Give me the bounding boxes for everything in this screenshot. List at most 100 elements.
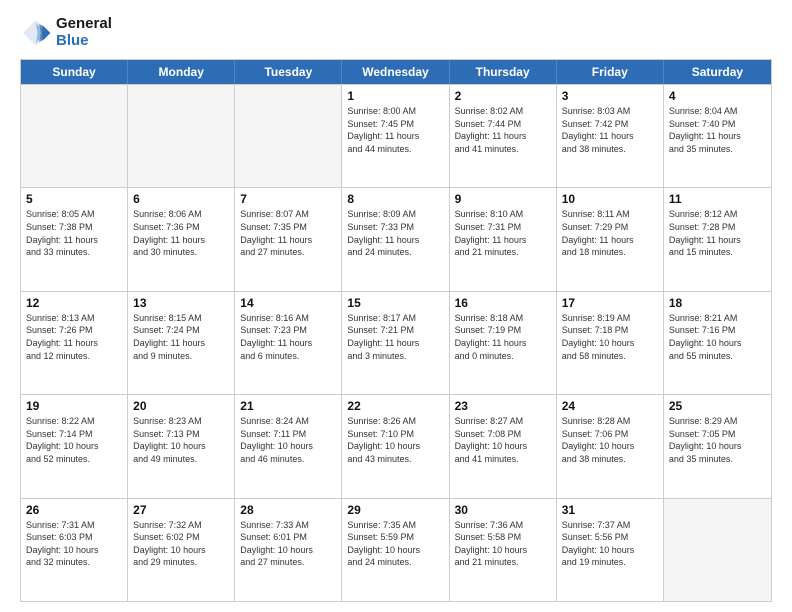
logo-icon	[20, 17, 52, 49]
weekday-header: Wednesday	[342, 60, 449, 84]
day-info: Sunrise: 8:00 AM Sunset: 7:45 PM Dayligh…	[347, 105, 443, 155]
calendar-cell	[21, 85, 128, 187]
calendar-row: 19Sunrise: 8:22 AM Sunset: 7:14 PM Dayli…	[21, 394, 771, 497]
day-info: Sunrise: 8:09 AM Sunset: 7:33 PM Dayligh…	[347, 208, 443, 258]
day-number: 30	[455, 503, 551, 517]
day-info: Sunrise: 8:28 AM Sunset: 7:06 PM Dayligh…	[562, 415, 658, 465]
day-number: 4	[669, 89, 766, 103]
weekday-header: Friday	[557, 60, 664, 84]
day-number: 26	[26, 503, 122, 517]
day-info: Sunrise: 8:06 AM Sunset: 7:36 PM Dayligh…	[133, 208, 229, 258]
weekday-header: Saturday	[664, 60, 771, 84]
calendar-cell: 18 Sunrise: 8:21 AM Sunset: 7:16 PM Dayli…	[664, 292, 771, 394]
day-number: 29	[347, 503, 443, 517]
calendar-row: 5Sunrise: 8:05 AM Sunset: 7:38 PM Daylig…	[21, 187, 771, 290]
day-number: 28	[240, 503, 336, 517]
day-info: Sunrise: 8:17 AM Sunset: 7:21 PM Dayligh…	[347, 312, 443, 362]
day-info: Sunrise: 8:10 AM Sunset: 7:31 PM Dayligh…	[455, 208, 551, 258]
day-number: 9	[455, 192, 551, 206]
day-info: Sunrise: 8:11 AM Sunset: 7:29 PM Dayligh…	[562, 208, 658, 258]
calendar-cell: 10 Sunrise: 8:11 AM Sunset: 7:29 PM Dayli…	[557, 188, 664, 290]
calendar-cell	[235, 85, 342, 187]
day-number: 22	[347, 399, 443, 413]
calendar-cell: 27Sunrise: 7:32 AM Sunset: 6:02 PM Dayli…	[128, 499, 235, 601]
calendar-cell: 30Sunrise: 7:36 AM Sunset: 5:58 PM Dayli…	[450, 499, 557, 601]
day-info: Sunrise: 8:22 AM Sunset: 7:14 PM Dayligh…	[26, 415, 122, 465]
day-info: Sunrise: 7:35 AM Sunset: 5:59 PM Dayligh…	[347, 519, 443, 569]
day-number: 7	[240, 192, 336, 206]
day-number: 1	[347, 89, 443, 103]
day-info: Sunrise: 8:04 AM Sunset: 7:40 PM Dayligh…	[669, 105, 766, 155]
day-info: Sunrise: 8:07 AM Sunset: 7:35 PM Dayligh…	[240, 208, 336, 258]
calendar-row: 1 Sunrise: 8:00 AM Sunset: 7:45 PM Daylig…	[21, 84, 771, 187]
calendar-cell: 1 Sunrise: 8:00 AM Sunset: 7:45 PM Daylig…	[342, 85, 449, 187]
calendar-cell	[128, 85, 235, 187]
day-number: 14	[240, 296, 336, 310]
day-number: 3	[562, 89, 658, 103]
day-number: 16	[455, 296, 551, 310]
calendar-cell: 24 Sunrise: 8:28 AM Sunset: 7:06 PM Dayli…	[557, 395, 664, 497]
calendar-cell: 9 Sunrise: 8:10 AM Sunset: 7:31 PM Daylig…	[450, 188, 557, 290]
calendar: SundayMondayTuesdayWednesdayThursdayFrid…	[20, 59, 772, 602]
logo: General Blue	[20, 16, 112, 49]
day-info: Sunrise: 8:23 AM Sunset: 7:13 PM Dayligh…	[133, 415, 229, 465]
day-number: 18	[669, 296, 766, 310]
weekday-header: Sunday	[21, 60, 128, 84]
day-info: Sunrise: 8:26 AM Sunset: 7:10 PM Dayligh…	[347, 415, 443, 465]
day-info: Sunrise: 8:12 AM Sunset: 7:28 PM Dayligh…	[669, 208, 766, 258]
calendar-cell: 22 Sunrise: 8:26 AM Sunset: 7:10 PM Dayli…	[342, 395, 449, 497]
calendar-cell: 28 Sunrise: 7:33 AM Sunset: 6:01 PM Dayli…	[235, 499, 342, 601]
calendar-cell: 12Sunrise: 8:13 AM Sunset: 7:26 PM Dayli…	[21, 292, 128, 394]
day-info: Sunrise: 8:16 AM Sunset: 7:23 PM Dayligh…	[240, 312, 336, 362]
calendar-cell: 20 Sunrise: 8:23 AM Sunset: 7:13 PM Dayli…	[128, 395, 235, 497]
day-info: Sunrise: 8:13 AM Sunset: 7:26 PM Dayligh…	[26, 312, 122, 362]
day-info: Sunrise: 8:15 AM Sunset: 7:24 PM Dayligh…	[133, 312, 229, 362]
calendar-cell: 11 Sunrise: 8:12 AM Sunset: 7:28 PM Dayli…	[664, 188, 771, 290]
calendar-cell: 31 Sunrise: 7:37 AM Sunset: 5:56 PM Dayli…	[557, 499, 664, 601]
day-number: 23	[455, 399, 551, 413]
weekday-header: Tuesday	[235, 60, 342, 84]
day-number: 31	[562, 503, 658, 517]
day-number: 8	[347, 192, 443, 206]
day-info: Sunrise: 8:19 AM Sunset: 7:18 PM Dayligh…	[562, 312, 658, 362]
calendar-cell: 16 Sunrise: 8:18 AM Sunset: 7:19 PM Dayli…	[450, 292, 557, 394]
day-info: Sunrise: 8:03 AM Sunset: 7:42 PM Dayligh…	[562, 105, 658, 155]
calendar-cell: 25 Sunrise: 8:29 AM Sunset: 7:05 PM Dayli…	[664, 395, 771, 497]
header: General Blue	[20, 16, 772, 49]
day-number: 11	[669, 192, 766, 206]
day-info: Sunrise: 8:21 AM Sunset: 7:16 PM Dayligh…	[669, 312, 766, 362]
calendar-cell: 23 Sunrise: 8:27 AM Sunset: 7:08 PM Dayli…	[450, 395, 557, 497]
calendar-cell: 5Sunrise: 8:05 AM Sunset: 7:38 PM Daylig…	[21, 188, 128, 290]
calendar-cell: 26 Sunrise: 7:31 AM Sunset: 6:03 PM Dayli…	[21, 499, 128, 601]
calendar-cell: 2 Sunrise: 8:02 AM Sunset: 7:44 PM Daylig…	[450, 85, 557, 187]
calendar-row: 26 Sunrise: 7:31 AM Sunset: 6:03 PM Dayli…	[21, 498, 771, 601]
calendar-cell: 29 Sunrise: 7:35 AM Sunset: 5:59 PM Dayli…	[342, 499, 449, 601]
day-info: Sunrise: 7:31 AM Sunset: 6:03 PM Dayligh…	[26, 519, 122, 569]
calendar-body: 1 Sunrise: 8:00 AM Sunset: 7:45 PM Daylig…	[21, 84, 771, 601]
calendar-row: 12Sunrise: 8:13 AM Sunset: 7:26 PM Dayli…	[21, 291, 771, 394]
calendar-cell: 14 Sunrise: 8:16 AM Sunset: 7:23 PM Dayli…	[235, 292, 342, 394]
day-number: 25	[669, 399, 766, 413]
calendar-cell: 21Sunrise: 8:24 AM Sunset: 7:11 PM Dayli…	[235, 395, 342, 497]
day-info: Sunrise: 8:18 AM Sunset: 7:19 PM Dayligh…	[455, 312, 551, 362]
calendar-cell	[664, 499, 771, 601]
day-number: 20	[133, 399, 229, 413]
calendar-cell: 8 Sunrise: 8:09 AM Sunset: 7:33 PM Daylig…	[342, 188, 449, 290]
day-number: 5	[26, 192, 122, 206]
day-info: Sunrise: 8:02 AM Sunset: 7:44 PM Dayligh…	[455, 105, 551, 155]
calendar-cell: 13Sunrise: 8:15 AM Sunset: 7:24 PM Dayli…	[128, 292, 235, 394]
day-number: 24	[562, 399, 658, 413]
weekday-header: Thursday	[450, 60, 557, 84]
day-info: Sunrise: 7:33 AM Sunset: 6:01 PM Dayligh…	[240, 519, 336, 569]
day-number: 10	[562, 192, 658, 206]
day-number: 6	[133, 192, 229, 206]
day-number: 27	[133, 503, 229, 517]
day-info: Sunrise: 8:27 AM Sunset: 7:08 PM Dayligh…	[455, 415, 551, 465]
calendar-cell: 19Sunrise: 8:22 AM Sunset: 7:14 PM Dayli…	[21, 395, 128, 497]
day-number: 17	[562, 296, 658, 310]
page: General Blue SundayMondayTuesdayWednesda…	[0, 0, 792, 612]
day-info: Sunrise: 7:37 AM Sunset: 5:56 PM Dayligh…	[562, 519, 658, 569]
day-info: Sunrise: 8:29 AM Sunset: 7:05 PM Dayligh…	[669, 415, 766, 465]
calendar-cell: 17 Sunrise: 8:19 AM Sunset: 7:18 PM Dayli…	[557, 292, 664, 394]
day-number: 2	[455, 89, 551, 103]
